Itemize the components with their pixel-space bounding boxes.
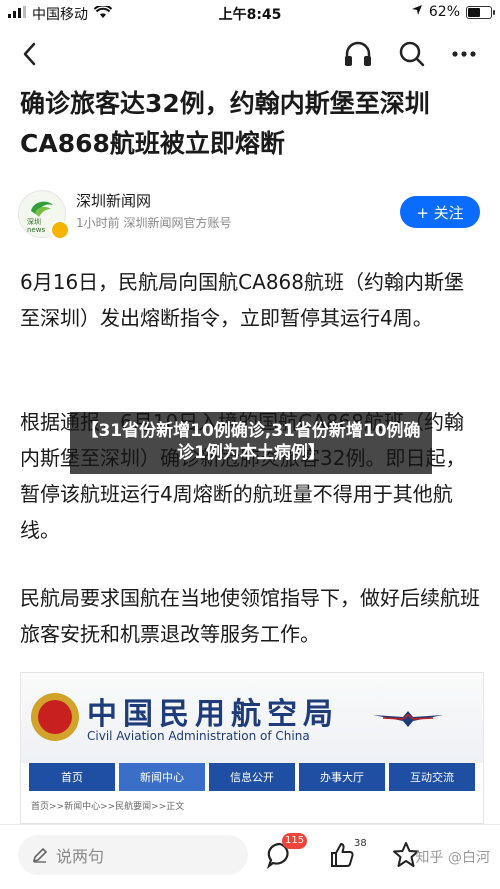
svg-text:news: news <box>27 226 45 234</box>
status-right: 62% <box>411 4 495 20</box>
status-bar: 中国移动 上午8:45 62% <box>0 0 500 26</box>
comment-placeholder: 说两句 <box>56 847 105 866</box>
battery-percent: 62% <box>428 4 460 20</box>
thumbs-up-icon <box>331 843 354 867</box>
location-icon <box>411 4 423 20</box>
like-count: 38 <box>354 838 367 849</box>
more-dots-icon <box>452 51 476 57</box>
pencil-icon <box>32 847 48 863</box>
more-button[interactable] <box>446 36 482 72</box>
caac-tab-interaction: 互动交流 <box>389 763 475 791</box>
caac-title-cn: 中国民用航空局 <box>87 697 339 732</box>
bottom-action-bar: 说两句 115 38 知乎 @白河 <box>0 824 500 889</box>
article-title: 确诊旅客达32例，约翰内斯堡至深圳CA868航班被立即熔断 <box>20 89 430 158</box>
caac-tab-services: 办事大厅 <box>299 763 385 791</box>
caac-website-image: 中国民用航空局 Civil Aviation Administration of… <box>20 672 484 824</box>
battery-icon <box>466 5 495 19</box>
author-row: 深圳 news 深圳新闻网 1小时前 深圳新闻网官方账号 + 关注 <box>18 190 482 242</box>
verified-badge-icon <box>50 220 70 240</box>
listen-button[interactable] <box>340 36 376 72</box>
watermark-label: 知乎 @白河 <box>415 850 490 866</box>
back-button[interactable] <box>12 36 48 72</box>
national-emblem-icon <box>31 693 79 741</box>
paragraph-3: 民航局要求国航在当地使领馆指导下，做好后续航班旅客安抚和机票退改等服务工作。 <box>20 586 480 646</box>
caac-breadcrumb: 首页>>新闻中心>>民航要闻>>正文 <box>31 802 185 812</box>
author-meta: 1小时前 深圳新闻网官方账号 <box>76 216 232 230</box>
caac-tab-info: 信息公开 <box>209 763 295 791</box>
caac-tab-news: 新闻中心 <box>119 763 205 791</box>
overlay-news-banner[interactable]: 【31省份新增10例确诊,31省份新增10例确诊1例为本土病例】 <box>70 412 432 474</box>
caac-nav-tabs: 首页 新闻中心 信息公开 办事大厅 互动交流 <box>29 763 475 791</box>
search-icon <box>399 41 425 67</box>
svg-text:深圳: 深圳 <box>27 217 41 226</box>
caac-tab-home: 首页 <box>29 763 115 791</box>
caac-wings-logo-icon <box>373 711 443 727</box>
search-button[interactable] <box>394 36 430 72</box>
author-name[interactable]: 深圳新闻网 <box>76 190 151 211</box>
caac-title-en: Civil Aviation Administration of China <box>87 729 310 743</box>
comment-input[interactable]: 说两句 <box>18 835 248 875</box>
chevron-left-icon <box>23 42 36 66</box>
top-nav-bar <box>0 26 500 82</box>
headphones-icon <box>345 41 371 66</box>
comment-count-badge: 115 <box>282 833 308 849</box>
follow-button[interactable]: + 关注 <box>400 196 480 228</box>
paragraph-1: 6月16日，民航局向国航CA868航班（约翰内斯堡至深圳）发出熔断指令，立即暂停… <box>20 270 464 330</box>
